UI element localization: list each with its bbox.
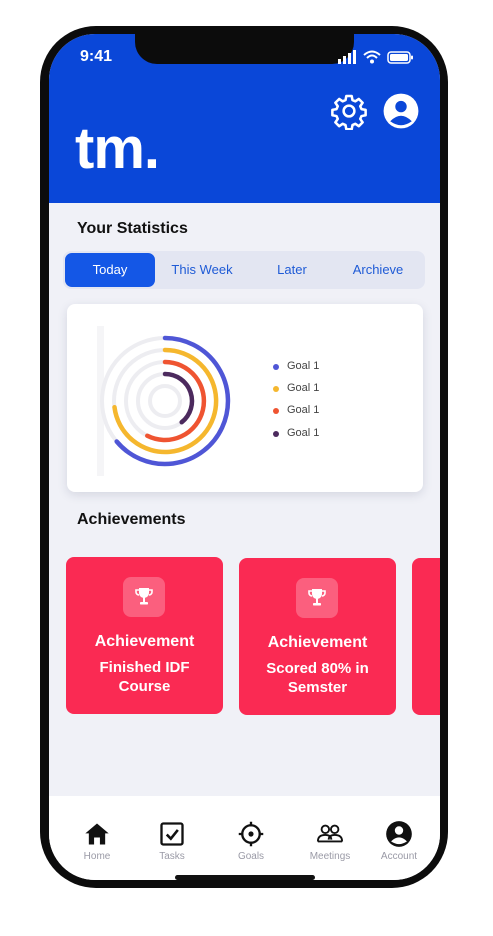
achievement-card-partial[interactable] <box>412 558 440 715</box>
nav-home-label: Home <box>83 851 111 862</box>
tasks-icon <box>160 822 184 846</box>
legend-dot <box>273 408 279 414</box>
legend-label: Goal 1 <box>287 382 320 394</box>
nav-home[interactable]: Home <box>69 820 125 862</box>
trophy-icon-tile <box>296 578 338 618</box>
nav-tasks[interactable]: Tasks <box>144 820 200 862</box>
statistics-card: Goal 1 Goal 1 Goal 1 Goal 1 <box>67 304 423 492</box>
signal-wifi-battery-icon <box>338 50 413 64</box>
goals-radial-chart <box>97 326 231 476</box>
tab-later[interactable]: Later <box>247 253 337 287</box>
status-icons <box>336 49 420 65</box>
gear-icon <box>331 94 367 131</box>
profile-avatar-button[interactable] <box>382 92 420 130</box>
nav-tasks-label: Tasks <box>159 851 185 862</box>
statistics-title: Your Statistics <box>77 220 188 237</box>
legend-label: Goal 1 <box>287 404 320 416</box>
goals-icon <box>238 821 264 847</box>
trophy-icon <box>308 589 326 606</box>
goal-ring-1 <box>114 335 231 467</box>
legend-dot <box>273 386 279 392</box>
tab-today[interactable]: Today <box>65 253 155 287</box>
trophy-icon <box>135 588 153 605</box>
app-logo: tm. <box>75 116 160 181</box>
account-icon <box>386 821 412 847</box>
home-indicator[interactable] <box>175 875 315 880</box>
tab-this-week[interactable]: This Week <box>157 253 247 287</box>
nav-account-label: Account <box>380 851 418 862</box>
achievement-title: Achievement <box>267 634 368 651</box>
user-circle-icon <box>383 93 419 129</box>
app-screen: 9:41 tm. Your Statistics Today This Week… <box>49 34 440 880</box>
app-header: 9:41 tm. <box>49 34 440 203</box>
achievement-card[interactable]: Achievement Scored 80% in Semster <box>239 558 396 715</box>
trophy-icon-tile <box>123 577 165 617</box>
achievement-description: Scored 80% in Semster <box>266 660 369 696</box>
legend-label: Goal 1 <box>287 427 320 439</box>
achievement-title: Achievement <box>94 633 195 650</box>
nav-meetings-label: Meetings <box>309 851 351 862</box>
legend-dot <box>273 431 279 437</box>
nav-meetings[interactable]: Meetings <box>302 820 358 862</box>
home-icon <box>85 823 109 845</box>
achievement-card[interactable]: Achievement Finished IDF Course <box>66 557 223 714</box>
achievements-title: Achievements <box>77 511 186 528</box>
device-notch <box>135 34 354 64</box>
legend-label: Goal 1 <box>287 360 320 372</box>
bottom-navigation: Home Tasks Goals Meetings Account <box>49 796 440 880</box>
settings-gear-icon[interactable] <box>330 92 368 131</box>
tab-archieve[interactable]: Archieve <box>333 253 423 287</box>
nav-goals[interactable]: Goals <box>223 820 279 862</box>
nav-goals-label: Goals <box>237 851 265 862</box>
achievement-description: Finished IDF Course <box>99 659 190 695</box>
legend-dot <box>273 364 279 370</box>
statistics-tabs: Today This Week Later Archieve <box>63 251 425 289</box>
status-time: 9:41 <box>80 48 113 65</box>
nav-account[interactable]: Account <box>371 820 427 862</box>
meetings-icon <box>316 824 344 843</box>
